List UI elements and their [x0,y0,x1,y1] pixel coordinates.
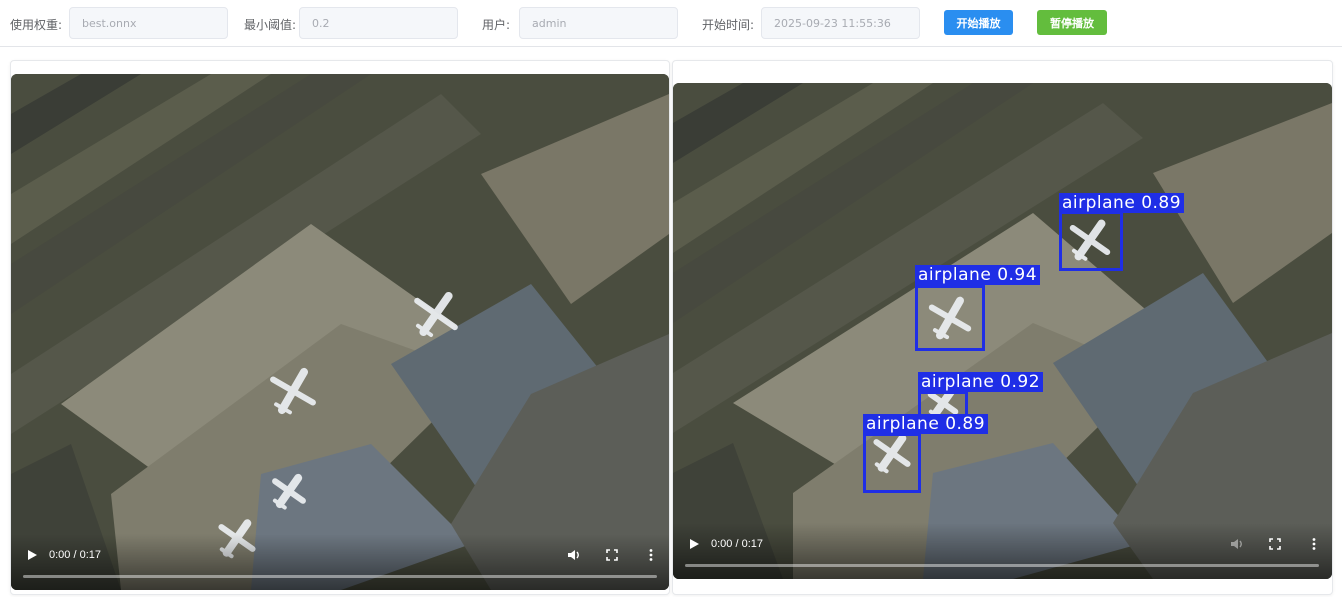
more-options-icon[interactable] [644,548,658,562]
video-controls: 0:00 / 0:17 [673,523,1332,579]
weights-field[interactable] [69,7,228,39]
threshold-field[interactable] [299,7,458,39]
detection-label: airplane 0.94 [915,265,1041,285]
video-controls: 0:00 / 0:17 [11,534,669,590]
video-time: 0:00 / 0:17 [711,538,763,550]
user-field[interactable] [519,7,678,39]
detection-box [915,285,985,351]
airport-aerial-frame [11,74,669,590]
detection-label: airplane 0.89 [863,414,989,434]
fullscreen-icon[interactable] [605,548,619,562]
detection-label: airplane 0.92 [918,372,1044,392]
original-video-player[interactable]: 0:00 / 0:17 [11,74,669,590]
airport-aerial-frame [673,83,1332,579]
play-icon[interactable] [25,548,39,562]
volume-icon[interactable] [567,548,581,562]
video-time: 0:00 / 0:17 [49,549,101,561]
video-progress-bar[interactable] [23,575,657,578]
detection-label: airplane 0.89 [1059,193,1185,213]
more-options-icon[interactable] [1307,537,1321,551]
video-progress-bar[interactable] [685,564,1319,567]
start-time-label: 开始时间: [702,18,755,32]
pause-playback-button[interactable]: 暂停播放 [1037,10,1107,35]
detection-box [1059,211,1123,271]
volume-icon[interactable] [1230,537,1244,551]
threshold-label: 最小阈值: [244,18,297,32]
start-time-field[interactable] [761,7,920,39]
fullscreen-icon[interactable] [1268,537,1282,551]
toolbar: 使用权重: 最小阈值: 用户: 开始时间: 开始播放 暂停播放 [0,0,1342,47]
detection-video-player[interactable]: airplane 0.89 airplane 0.94 airplane 0.9… [673,83,1332,579]
play-icon[interactable] [687,537,701,551]
detection-box [863,433,921,493]
start-playback-button[interactable]: 开始播放 [944,10,1013,35]
weights-label: 使用权重: [10,18,63,32]
user-label: 用户: [482,18,511,32]
